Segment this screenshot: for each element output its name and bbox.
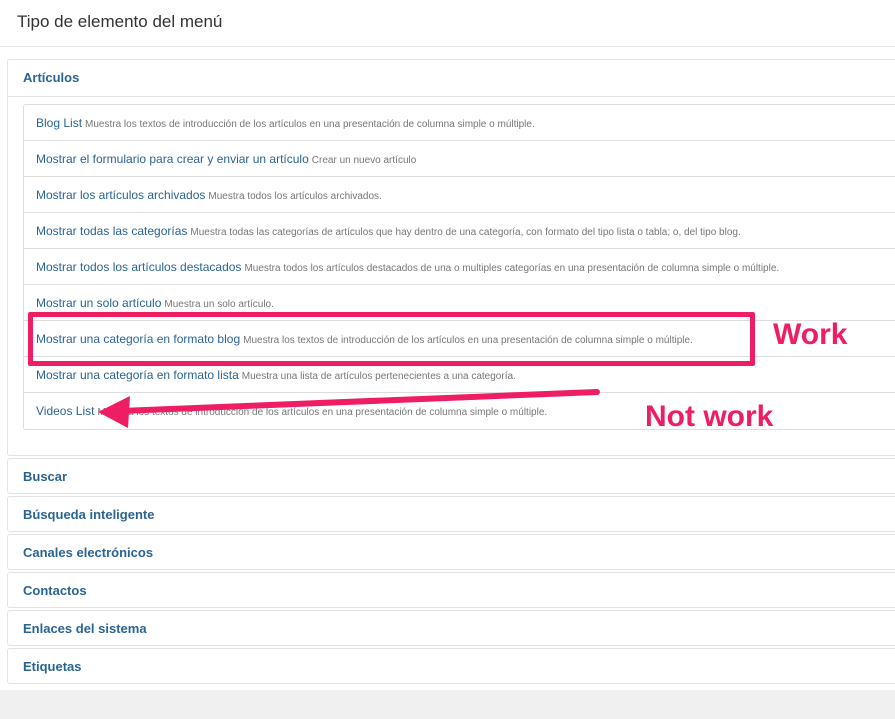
not-work-annotation-label: Not work	[645, 400, 774, 433]
work-highlight-box	[28, 312, 755, 366]
accordion-canales-electronicos: Canales electrónicos	[7, 534, 895, 570]
item-title[interactable]: Videos List	[36, 404, 94, 418]
item-title[interactable]: Mostrar todas las categorías	[36, 224, 187, 238]
list-item[interactable]: Mostrar todas las categorías Muestra toda…	[24, 213, 895, 249]
accordion-contactos: Contactos	[7, 572, 895, 608]
accordion-buscar: Buscar	[7, 458, 895, 494]
list-item[interactable]: Mostrar todos los artículos destacados Mu…	[24, 249, 895, 285]
work-annotation-label: Work	[773, 318, 848, 351]
accordion-articulos: Artículos Blog List Muestra los textos de…	[7, 59, 895, 456]
item-description: Muestra todos los artículos destacados d…	[244, 263, 780, 274]
item-title[interactable]: Mostrar una categoría en formato lista	[36, 368, 239, 382]
item-description: Muestra los textos de introducción de lo…	[85, 119, 535, 130]
accordion-busqueda-inteligente: Búsqueda inteligente	[7, 496, 895, 532]
articulos-list: Blog List Muestra los textos de introducc…	[23, 104, 895, 430]
list-item[interactable]: Mostrar el formulario para crear y envia…	[24, 141, 895, 177]
accordion-heading-contactos[interactable]: Contactos	[8, 573, 895, 609]
item-title[interactable]: Mostrar un solo artículo	[36, 296, 161, 310]
accordion-heading-buscar[interactable]: Buscar	[8, 459, 895, 495]
item-description: Muestra los textos de introducción de lo…	[97, 407, 548, 418]
accordion-heading-canales-electronicos[interactable]: Canales electrónicos	[8, 535, 895, 571]
item-description: Muestra todos los artículos archivados.	[208, 191, 382, 202]
item-description: Crear un nuevo artículo	[311, 155, 417, 166]
accordion-heading-busqueda-inteligente[interactable]: Búsqueda inteligente	[8, 497, 895, 533]
item-description: Muestra una lista de artículos perteneci…	[241, 371, 516, 382]
modal-header: Tipo de elemento del menú	[0, 0, 895, 47]
list-item[interactable]: Blog List Muestra los textos de introducc…	[24, 105, 895, 141]
item-title[interactable]: Mostrar el formulario para crear y envia…	[36, 152, 309, 166]
accordion-enlaces-del-sistema: Enlaces del sistema	[7, 610, 895, 646]
accordion-heading-etiquetas[interactable]: Etiquetas	[8, 649, 895, 685]
item-title[interactable]: Mostrar los artículos archivados	[36, 188, 205, 202]
item-description: Muestra un solo artículo.	[164, 299, 274, 310]
list-item[interactable]: Mostrar los artículos archivados Muestra …	[24, 177, 895, 213]
item-description: Muestra todas las categorías de artículo…	[190, 227, 741, 238]
item-title[interactable]: Mostrar todos los artículos destacados	[36, 260, 241, 274]
item-title[interactable]: Blog List	[36, 116, 82, 130]
modal-title: Tipo de elemento del menú	[17, 12, 223, 31]
accordion-heading-enlaces-del-sistema[interactable]: Enlaces del sistema	[8, 611, 895, 647]
accordion-etiquetas: Etiquetas	[7, 648, 895, 684]
accordion-heading-articulos[interactable]: Artículos	[8, 60, 895, 97]
